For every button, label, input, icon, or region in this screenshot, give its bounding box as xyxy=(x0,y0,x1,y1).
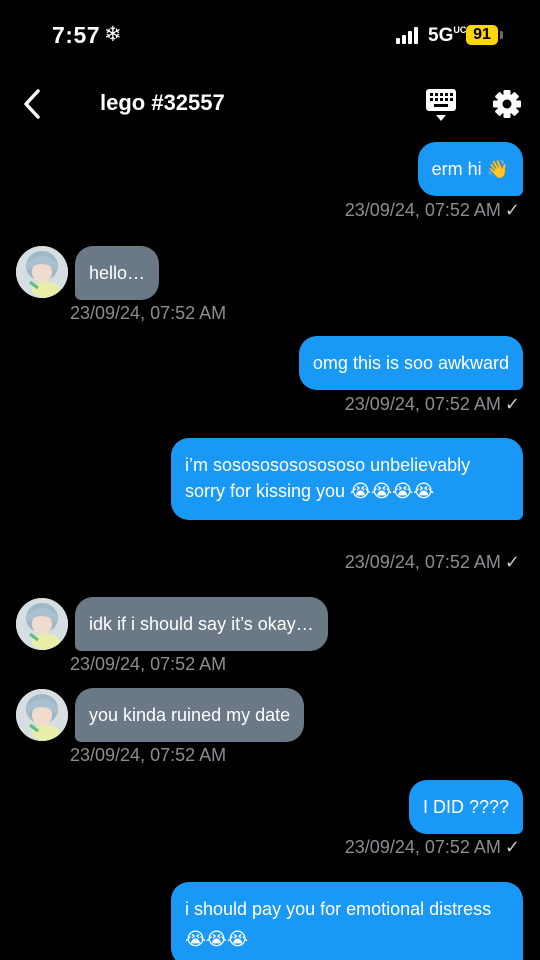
avatar[interactable] xyxy=(16,689,68,741)
read-check-icon: ✓ xyxy=(504,552,520,572)
message-bubble: i should pay you for emotional distress … xyxy=(171,882,523,960)
settings-button[interactable] xyxy=(488,84,526,124)
read-check-icon: ✓ xyxy=(504,200,520,220)
message-incoming[interactable]: idk if i should say it’s okay… xyxy=(75,597,328,651)
chevron-left-icon xyxy=(24,89,40,119)
signal-icon xyxy=(396,27,420,44)
battery-tip xyxy=(500,31,503,39)
message-outgoing[interactable]: I DID ???? xyxy=(408,780,523,834)
message-timestamp: 23/09/24, 07:52 AM xyxy=(70,745,227,765)
message-outgoing[interactable]: omg this is soo awkward xyxy=(298,336,523,390)
message-incoming[interactable]: you kinda ruined my date xyxy=(75,688,305,742)
message-timestamp: 23/09/24, 07:52 AM ✓ xyxy=(344,552,520,572)
keyboard-icon xyxy=(426,89,456,121)
keyboard-toggle-button[interactable] xyxy=(422,84,460,124)
avatar[interactable] xyxy=(16,598,68,650)
battery-icon: 91 xyxy=(466,25,498,45)
avatar[interactable] xyxy=(16,246,68,298)
message-bubble: you kinda ruined my date xyxy=(75,688,305,742)
message-incoming[interactable]: hello… xyxy=(75,246,160,300)
chat-title: lego #32557 xyxy=(100,90,225,115)
message-thread[interactable]: erm hi 👋 23/09/24, 07:52 AM ✓ hello… 23/0… xyxy=(0,136,540,960)
message-timestamp: 23/09/24, 07:52 AM xyxy=(70,303,227,323)
snowflake-icon: ❄ xyxy=(104,23,122,46)
read-check-icon: ✓ xyxy=(504,394,520,414)
message-bubble: omg this is soo awkward xyxy=(298,336,523,390)
network-indicator: 5GUC xyxy=(428,25,467,46)
back-button[interactable] xyxy=(14,84,50,124)
message-outgoing[interactable]: i should pay you for emotional distress … xyxy=(171,882,523,960)
message-bubble: hello… xyxy=(75,246,160,300)
message-bubble: I DID ???? xyxy=(408,780,523,834)
message-timestamp: 23/09/24, 07:52 AM ✓ xyxy=(344,837,520,857)
message-timestamp: 23/09/24, 07:52 AM xyxy=(70,654,227,674)
chat-header: lego #32557 xyxy=(0,72,540,136)
status-time: 7:57 xyxy=(52,22,101,48)
message-timestamp: 23/09/24, 07:52 AM ✓ xyxy=(344,394,520,414)
message-outgoing[interactable]: i’m sosososososososo unbelievably sorry … xyxy=(171,438,523,520)
message-timestamp: 23/09/24, 07:52 AM ✓ xyxy=(344,200,520,220)
status-bar: 7:57 ❄ 5GUC 91 xyxy=(0,0,540,72)
read-check-icon: ✓ xyxy=(504,837,520,857)
message-bubble: erm hi 👋 xyxy=(417,142,523,196)
message-bubble: i’m sosososososososo unbelievably sorry … xyxy=(171,438,523,520)
gear-icon xyxy=(493,90,521,118)
message-outgoing[interactable]: erm hi 👋 xyxy=(417,142,523,196)
message-bubble: idk if i should say it’s okay… xyxy=(75,597,328,651)
